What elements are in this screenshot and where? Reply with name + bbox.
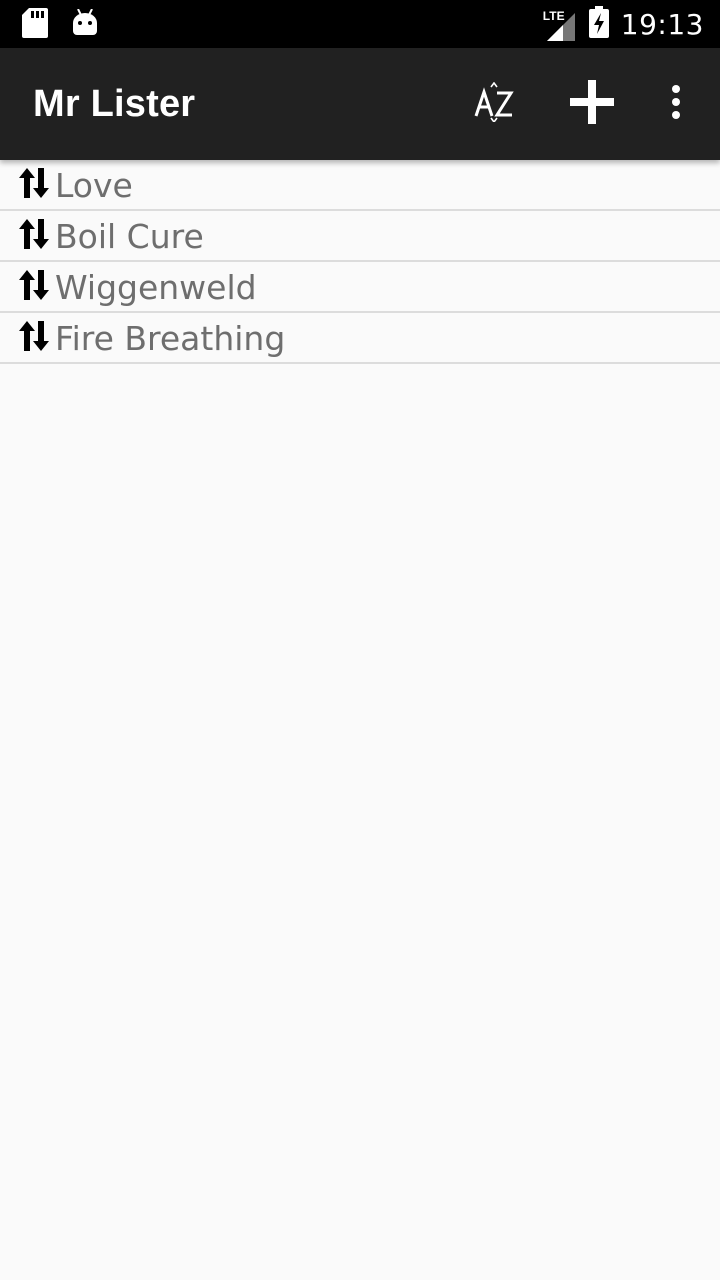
sort-az-icon (474, 81, 518, 127)
add-button[interactable] (564, 76, 620, 132)
item-list: Love Boil Cure Wiggenweld Fire Breathing (0, 160, 720, 364)
signal-icon: LTE (543, 9, 577, 41)
list-item-label: Love (55, 166, 133, 205)
list-item[interactable]: Fire Breathing (0, 313, 720, 364)
list-item-label: Boil Cure (55, 217, 204, 256)
add-icon (570, 79, 614, 129)
list-item[interactable]: Wiggenweld (0, 262, 720, 313)
drag-handle-icon[interactable] (17, 217, 51, 251)
list-item-label: Fire Breathing (55, 319, 286, 358)
status-time: 19:13 (620, 8, 704, 41)
battery-charging-icon (588, 6, 609, 43)
drag-handle-icon[interactable] (17, 268, 51, 302)
overflow-menu-button[interactable] (648, 76, 704, 132)
drag-handle-icon[interactable] (17, 319, 51, 353)
list-item[interactable]: Boil Cure (0, 211, 720, 262)
overflow-menu-icon (671, 84, 681, 125)
drag-handle-icon[interactable] (17, 166, 51, 200)
app-title: Mr Lister (33, 83, 196, 125)
sort-button[interactable] (468, 76, 524, 132)
sd-card-icon (22, 8, 48, 43)
android-debug-icon (72, 8, 98, 42)
app-toolbar: Mr Lister (0, 48, 720, 160)
list-item-label: Wiggenweld (55, 268, 257, 307)
list-item[interactable]: Love (0, 160, 720, 211)
status-bar: LTE 19:13 (0, 0, 720, 48)
